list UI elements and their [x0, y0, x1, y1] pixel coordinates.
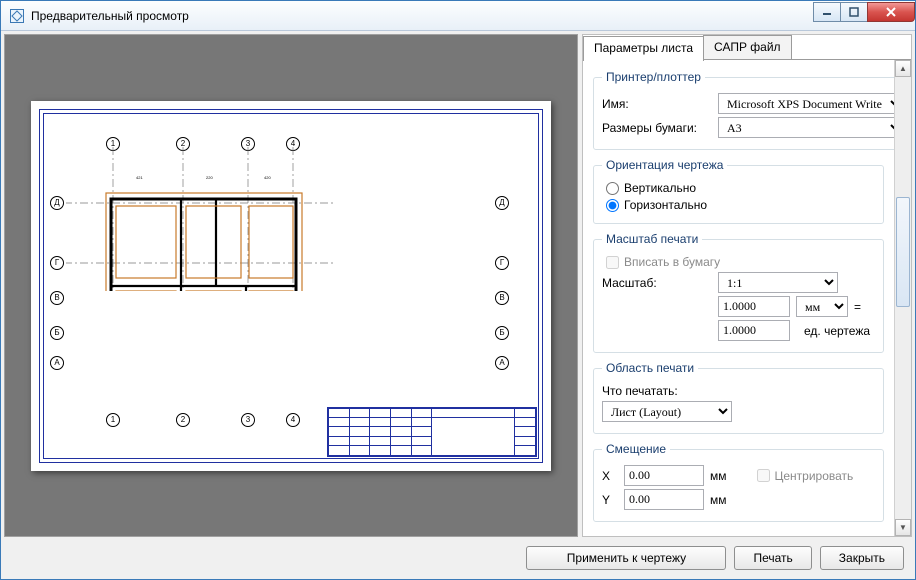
- window-title: Предварительный просмотр: [31, 9, 814, 23]
- group-orientation: Ориентация чертежа Вертикально Горизонта…: [593, 158, 884, 224]
- maximize-button[interactable]: [840, 2, 868, 22]
- scroll-down-button[interactable]: ▼: [895, 519, 911, 536]
- offset-x-label: X: [602, 469, 618, 483]
- svg-text:220: 220: [206, 175, 213, 180]
- group-plot-area-legend: Область печати: [602, 361, 698, 375]
- settings-panel: Параметры листа САПР файл Принтер/плотте…: [582, 34, 912, 537]
- scale-top-units-select[interactable]: мм: [796, 296, 848, 317]
- grid-col: 4: [286, 413, 300, 427]
- fit-to-paper-checkbox[interactable]: [606, 256, 619, 269]
- settings-vscrollbar[interactable]: ▲ ▼: [894, 60, 911, 536]
- svg-text:421: 421: [136, 175, 143, 180]
- offset-y-units: мм: [710, 493, 727, 507]
- center-label: Центрировать: [775, 469, 854, 483]
- group-scale: Масштаб печати Вписать в бумагу Масштаб:…: [593, 232, 884, 353]
- offset-x-input[interactable]: [624, 465, 704, 486]
- title-block: [327, 407, 537, 457]
- plan-svg: 421 220 420: [66, 141, 366, 291]
- orientation-landscape-radio[interactable]: [606, 199, 619, 212]
- grid-row: Б: [50, 326, 64, 340]
- grid-col: 1: [106, 413, 120, 427]
- group-printer: Принтер/плоттер Имя: Microsoft XPS Docum…: [593, 70, 894, 150]
- print-button[interactable]: Печать: [734, 546, 811, 570]
- grid-row: Б: [495, 326, 509, 340]
- tab-cad-file[interactable]: САПР файл: [703, 35, 792, 60]
- orientation-portrait-label: Вертикально: [624, 181, 696, 195]
- scale-select[interactable]: 1:1: [718, 272, 838, 293]
- drawing-plan: 1 2 3 4 1 2 3 4 Д Г В Б А: [66, 141, 491, 411]
- group-offset-legend: Смещение: [602, 442, 670, 456]
- close-button[interactable]: [867, 2, 915, 22]
- minimize-button[interactable]: [813, 2, 841, 22]
- window-buttons: [814, 2, 915, 24]
- close-dialog-button[interactable]: Закрыть: [820, 546, 904, 570]
- printer-name-select[interactable]: Microsoft XPS Document Write: [718, 93, 894, 114]
- grid-row: Д: [50, 196, 64, 210]
- group-orientation-legend: Ориентация чертежа: [602, 158, 727, 172]
- fit-to-paper-label: Вписать в бумагу: [624, 255, 720, 269]
- print-preview-window: Предварительный просмотр 1 2 3 4: [0, 0, 916, 580]
- grid-row: Г: [495, 256, 509, 270]
- group-offset: Смещение X мм Центрировать: [593, 442, 884, 522]
- equals-label: =: [854, 300, 861, 314]
- svg-text:420: 420: [264, 175, 271, 180]
- paper-size-label: Размеры бумаги:: [602, 121, 712, 135]
- scale-label: Масштаб:: [602, 276, 712, 290]
- orientation-portrait-radio[interactable]: [606, 182, 619, 195]
- orientation-landscape-label: Горизонтально: [624, 198, 707, 212]
- scale-bottom-units-label: ед. чертежа: [804, 324, 870, 338]
- scroll-thumb[interactable]: [896, 197, 910, 307]
- settings-scroll[interactable]: Принтер/плоттер Имя: Microsoft XPS Docum…: [583, 60, 894, 536]
- grid-row: Д: [495, 196, 509, 210]
- grid-col: 2: [176, 413, 190, 427]
- grid-row: А: [50, 356, 64, 370]
- scroll-up-button[interactable]: ▲: [895, 60, 911, 77]
- group-plot-area: Область печати Что печатать: Лист (Layou…: [593, 361, 884, 434]
- grid-row: В: [50, 291, 64, 305]
- offset-y-input[interactable]: [624, 489, 704, 510]
- dialog-button-bar: Применить к чертежу Печать Закрыть: [4, 540, 912, 576]
- apply-to-drawing-button[interactable]: Применить к чертежу: [526, 546, 726, 570]
- what-to-plot-select[interactable]: Лист (Layout): [602, 401, 732, 422]
- grid-row: В: [495, 291, 509, 305]
- group-scale-legend: Масштаб печати: [602, 232, 702, 246]
- grid-row: Г: [50, 256, 64, 270]
- app-icon: [9, 8, 25, 24]
- scale-top-value-input[interactable]: [718, 296, 790, 317]
- preview-pane[interactable]: 1 2 3 4 1 2 3 4 Д Г В Б А: [4, 34, 578, 537]
- tab-sheet-params[interactable]: Параметры листа: [583, 36, 704, 61]
- titlebar[interactable]: Предварительный просмотр: [1, 1, 915, 31]
- preview-paper: 1 2 3 4 1 2 3 4 Д Г В Б А: [31, 101, 551, 471]
- grid-row: А: [495, 356, 509, 370]
- paper-size-select[interactable]: A3: [718, 117, 894, 138]
- grid-col: 3: [241, 413, 255, 427]
- what-to-plot-label: Что печатать:: [602, 384, 678, 398]
- scale-bottom-value-input[interactable]: [718, 320, 790, 341]
- tab-strip: Параметры листа САПР файл: [583, 35, 911, 60]
- printer-name-label: Имя:: [602, 97, 712, 111]
- group-printer-legend: Принтер/плоттер: [602, 70, 705, 84]
- offset-x-units: мм: [710, 469, 727, 483]
- center-checkbox[interactable]: [757, 469, 770, 482]
- offset-y-label: Y: [602, 493, 618, 507]
